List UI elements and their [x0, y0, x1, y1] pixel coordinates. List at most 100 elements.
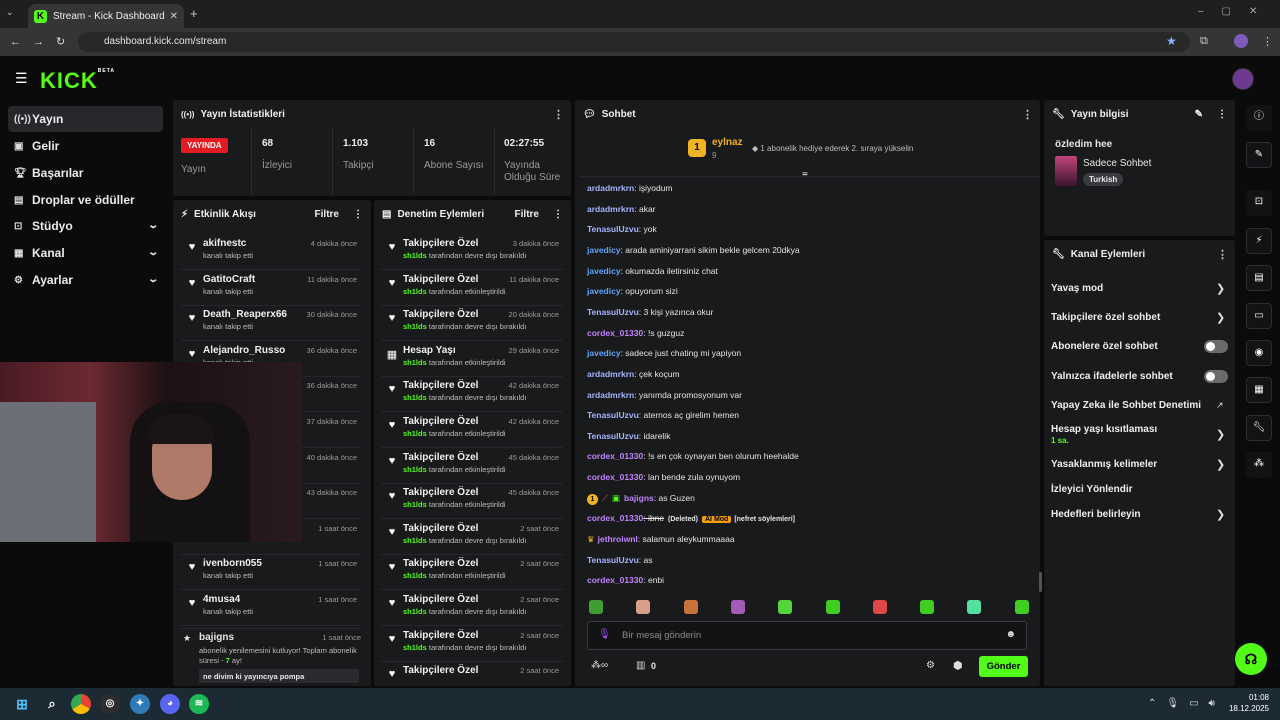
chat-username[interactable]: javedicy [587, 245, 621, 255]
action-ai-moderation[interactable]: Yapay Zeka ile Sohbet Denetimi [1051, 400, 1201, 411]
tab-close-icon[interactable]: ✕ [170, 11, 178, 22]
broadcast-icon[interactable]: ◉ [1246, 340, 1272, 366]
chat-username[interactable]: bajigns [624, 493, 654, 503]
sidebar-item-yayin[interactable]: ((•)) Yayın [8, 106, 163, 132]
list-item[interactable]: ♥ Death_Reaperx66 kanalı takip etti 30 daki… [181, 306, 361, 342]
list-item[interactable]: ♥ Takipçilere Özel sh1lds tarafından etkin… [381, 555, 563, 591]
infinity-points-icon[interactable]: ⁂∞ [591, 660, 608, 671]
points-icon[interactable]: ▥ [636, 660, 645, 671]
sidebar-item-studyo[interactable]: ⊡ Stüdyo ⌄ [8, 213, 163, 239]
sidebar-item-kanal[interactable]: ▦ Kanal ⌄ [8, 240, 163, 266]
chat-message[interactable]: ardadmrkrn: akar [587, 202, 656, 216]
action-goals[interactable]: Hedefleri belirleyin [1051, 509, 1140, 520]
emote-icon[interactable] [1014, 600, 1029, 614]
more-options-icon[interactable]: ⋮ [1217, 109, 1227, 120]
emote-icon[interactable] [589, 600, 603, 614]
chat-input[interactable]: 🎙︎ Bir mesaj gönderin ☻ [587, 621, 1027, 650]
list-item[interactable]: ♥ 4musa4 kanalı takip etti 1 saat önce [181, 591, 361, 626]
emoji-icon[interactable]: ☻ [1005, 629, 1016, 640]
emote-icon[interactable] [920, 600, 935, 614]
chevron-right-icon[interactable]: ❯ [1216, 428, 1225, 441]
chat-message[interactable]: ardadmrkrn: çek koçum [587, 367, 680, 381]
send-button[interactable]: Gönder [979, 656, 1028, 677]
chat-message[interactable]: javedicy: okumazda iletirsiniz chat [587, 264, 718, 278]
chrome-icon[interactable] [71, 694, 91, 714]
chat-username[interactable]: TenasulUzvu [587, 555, 639, 565]
microphone-icon[interactable]: 🎙︎ [598, 629, 611, 640]
emote-icon[interactable] [636, 600, 651, 614]
emote-icon[interactable] [778, 600, 793, 614]
sidebar-item-gelir[interactable]: ▣ Gelir [8, 133, 163, 159]
more-options-icon[interactable]: ⋮ [553, 209, 563, 220]
chat-username[interactable]: ardadmrkrn [587, 183, 634, 193]
pinned-username[interactable]: eylnaz [712, 137, 743, 148]
chat-username[interactable]: ardadmrkrn [587, 369, 634, 379]
subscribers-only-toggle[interactable] [1204, 340, 1228, 353]
chat-message[interactable]: javedicy: opuyorum sizi [587, 284, 678, 298]
chat-scrollbar[interactable] [1039, 572, 1042, 592]
nav-buttons[interactable]: ←→↻ [10, 35, 77, 48]
list-item[interactable]: ♥ akifnestc kanalı takip etti 4 dakika önce [181, 235, 361, 270]
chat-message[interactable]: cordex_01330: lan bende zula oynuyom [587, 470, 740, 484]
add-widget-icon[interactable]: ⁂ [1246, 452, 1272, 478]
user-avatar[interactable] [1232, 68, 1254, 90]
sidebar-item-droplar[interactable]: ▤ Droplar ve ödüller [8, 187, 163, 213]
chat-username[interactable]: cordex_01330 [587, 513, 643, 523]
emotes-only-toggle[interactable] [1204, 370, 1228, 383]
capture-icon[interactable]: ⊡ [1246, 190, 1272, 216]
browser-tab[interactable]: K Stream - Kick Dashboard ✕ [28, 4, 184, 28]
action-raid[interactable]: İzleyici Yönlendir [1051, 484, 1133, 495]
tab-list-icon[interactable]: ⌄ [6, 7, 14, 18]
chevron-right-icon[interactable]: ❯ [1216, 458, 1225, 471]
chat-message[interactable]: cordex_01330: enbi [587, 573, 664, 587]
action-banned-words[interactable]: Yasaklanmış kelimeler [1051, 459, 1157, 470]
chat-username[interactable]: TenasulUzvu [587, 410, 639, 420]
chat-username[interactable]: TenasulUzvu [587, 307, 639, 317]
filter-button[interactable]: Filtre [315, 209, 339, 220]
emote-icon[interactable] [967, 600, 982, 614]
browser-menu-icon[interactable]: ⋮ [1262, 35, 1273, 48]
list-item[interactable]: ♥ Takipçilere Özel sh1lds tarafından devre… [381, 627, 563, 662]
chat-users-icon[interactable]: ⬢ [953, 659, 963, 672]
info-icon[interactable]: ⓘ [1246, 105, 1272, 131]
search-icon[interactable]: ⌕ [42, 694, 62, 714]
action-account-age[interactable]: Hesap yaşı kısıtlaması [1051, 424, 1157, 435]
chat-username[interactable]: jethroiwnl [598, 534, 638, 544]
extensions-icon[interactable]: ⧉ [1200, 35, 1208, 48]
chevron-right-icon[interactable]: ❯ [1216, 311, 1225, 324]
profile-avatar[interactable] [1234, 34, 1248, 48]
external-link-icon[interactable]: ↗ [1216, 400, 1224, 411]
chat-username[interactable]: ardadmrkrn [587, 390, 634, 400]
list-item[interactable]: ♥ Takipçilere Özel sh1lds tarafından etkin… [381, 271, 563, 306]
chat-username[interactable]: TenasulUzvu [587, 224, 639, 234]
language-tag[interactable]: Turkish [1083, 173, 1124, 186]
list-item[interactable]: ♥ Takipçilere Özel sh1lds tarafından devre… [381, 235, 563, 270]
chat-message[interactable]: javedicy: sadece just chating mi yapiyon [587, 346, 741, 360]
settings-icon[interactable]: ⚙ [926, 660, 935, 671]
new-tab-icon[interactable]: + [190, 6, 198, 21]
chat-message[interactable]: javedicy: arada aminiyarrani sikim bekle… [587, 243, 800, 257]
edit-pencil-icon[interactable]: ✎ [1195, 109, 1203, 120]
bookmark-star-icon[interactable]: ★ [1166, 34, 1177, 48]
chat-message[interactable]: ardadmrkrn: işiyodum [587, 181, 673, 195]
more-options-icon[interactable]: ⋮ [353, 209, 363, 220]
chat-username[interactable]: javedicy [587, 348, 621, 358]
activity-sub-event[interactable]: ★ bajigns 1 saat önce abonelik yenilemes… [181, 628, 361, 684]
emote-icon[interactable] [825, 600, 840, 614]
url-input[interactable]: dashboard.kick.com/stream [78, 32, 1190, 52]
chat-message[interactable]: cordex_01330: !s en çok oynayan ben olur… [587, 449, 799, 463]
windows-start-icon[interactable]: ⊞ [12, 694, 32, 714]
chat-message[interactable]: cordex_01330: !s guzguz [587, 326, 684, 340]
app-icon[interactable]: ◎ [100, 694, 120, 714]
support-chat-button[interactable]: ☊ [1235, 643, 1267, 675]
list-item[interactable]: ♥ Takipçilere Özel sh1lds tarafından etkin… [381, 484, 563, 520]
layout-icon[interactable]: ▦ [1246, 377, 1272, 403]
clock-time[interactable]: 01:08 [1229, 693, 1269, 702]
chat-username[interactable]: ardadmrkrn [587, 204, 634, 214]
more-options-icon[interactable]: ⋮ [1022, 108, 1033, 121]
list-item[interactable]: ♥ Takipçilere Özel sh1lds tarafından etkin… [381, 413, 563, 448]
webcam-video[interactable] [0, 362, 302, 542]
emote-icon[interactable] [683, 600, 698, 614]
document-icon[interactable]: ▤ [1246, 265, 1272, 291]
chat-message[interactable]: ♛ jethroiwnl: salamun aleykummaaaa [587, 532, 735, 546]
